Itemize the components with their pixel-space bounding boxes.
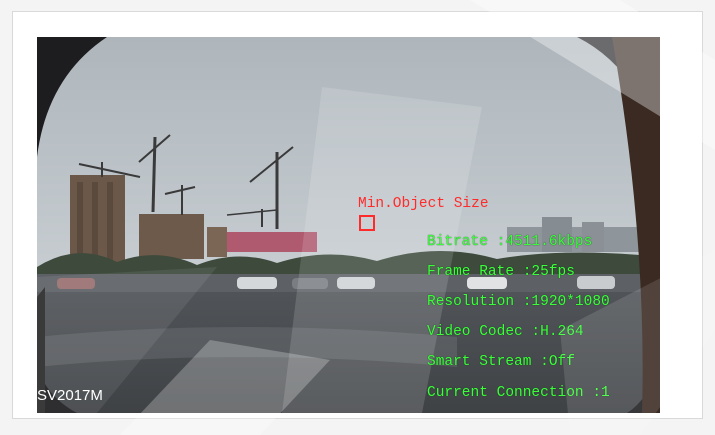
osd-smart-stream: Smart Stream :Off [427,354,575,370]
min-object-size-label: Min.Object Size [358,196,489,212]
osd-frame-rate: Frame Rate :25fps [427,264,575,280]
min-object-size-box[interactable] [359,215,375,231]
osd-video-codec: Video Codec :H.264 [427,324,584,340]
osd-resolution: Resolution :1920*1080 [427,294,610,310]
live-video-view[interactable]: Min.Object Size Bitrate :4511.6kbps Fram… [37,37,660,413]
osd-bitrate: Bitrate :4511.6kbps [427,234,593,250]
device-name-label: SV2017M [37,387,103,404]
osd-current-connection: Current Connection :1 [427,385,610,401]
